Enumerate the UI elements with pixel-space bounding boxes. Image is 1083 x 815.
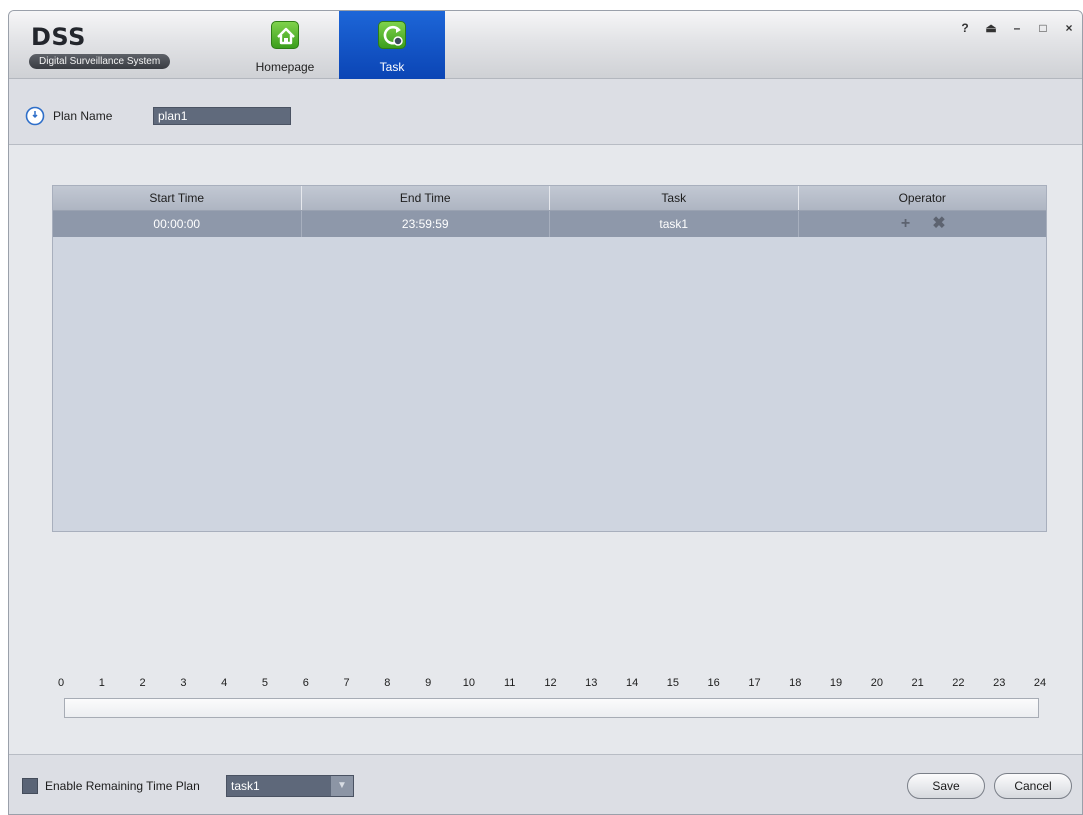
table-row[interactable]: 00:00:00 23:59:59 task1 + ✖ xyxy=(53,211,1046,237)
timeline-hour-label: 1 xyxy=(98,677,105,689)
app-logo-title: DSS xyxy=(31,23,86,51)
timeline-bar[interactable] xyxy=(64,698,1039,718)
column-header-start-time[interactable]: Start Time xyxy=(53,186,302,210)
remaining-task-value: task1 xyxy=(231,779,260,793)
timeline-hour-label: 8 xyxy=(384,677,391,689)
delete-icon[interactable]: ✖ xyxy=(930,211,948,237)
title-bar: DSS Digital Surveillance System Homepage… xyxy=(9,11,1082,79)
column-header-operator[interactable]: Operator xyxy=(799,186,1047,210)
timeline-hour-label: 10 xyxy=(462,677,476,689)
close-icon[interactable]: × xyxy=(1062,21,1076,35)
timeline-hour-label: 18 xyxy=(789,677,802,689)
table-header: Start Time End Time Task Operator xyxy=(53,186,1046,211)
tab-homepage-label: Homepage xyxy=(255,60,315,74)
clock-icon xyxy=(25,106,45,126)
task-table: Start Time End Time Task Operator 00:00:… xyxy=(52,185,1047,532)
cell-start-time[interactable]: 00:00:00 xyxy=(53,211,302,237)
timeline-hour-label: 7 xyxy=(343,677,350,689)
app-window: DSS Digital Surveillance System Homepage… xyxy=(8,10,1083,815)
timeline-hour-label: 5 xyxy=(261,677,269,689)
save-button[interactable]: Save xyxy=(907,773,985,799)
app-logo-subtitle: Digital Surveillance System xyxy=(29,54,171,69)
cell-operator: + ✖ xyxy=(799,211,1047,237)
timeline-hour-label: 24 xyxy=(1033,677,1047,689)
timeline-hour-label: 14 xyxy=(625,677,639,689)
timeline-hour-label: 21 xyxy=(911,677,924,689)
timeline-hour-label: 17 xyxy=(748,677,761,689)
timeline-hour-label: 19 xyxy=(829,677,843,689)
timeline-hour-label: 2 xyxy=(139,677,146,689)
task-gear-icon xyxy=(378,21,406,49)
timeline-hour-label: 6 xyxy=(302,677,309,689)
enable-remaining-label: Enable Remaining Time Plan xyxy=(45,779,200,793)
lock-icon[interactable]: ⏏ xyxy=(984,21,998,35)
timeline-hour-label: 23 xyxy=(993,677,1006,689)
tab-task-label: Task xyxy=(379,60,405,74)
home-icon xyxy=(271,21,299,49)
timeline-hour-label: 9 xyxy=(425,677,432,689)
timeline-hour-label: 20 xyxy=(870,677,883,689)
plan-name-label: Plan Name xyxy=(53,109,113,123)
enable-remaining-checkbox[interactable] xyxy=(22,778,38,794)
window-controls: ? ⏏ – □ × xyxy=(958,21,1076,35)
plan-name-input[interactable] xyxy=(153,107,291,125)
column-header-end-time[interactable]: End Time xyxy=(302,186,550,210)
help-icon[interactable]: ? xyxy=(958,21,972,35)
add-icon[interactable]: + xyxy=(897,211,915,237)
timeline-hour-label: 12 xyxy=(544,677,557,689)
timeline-hour-label: 15 xyxy=(666,677,679,689)
minimize-icon[interactable]: – xyxy=(1010,21,1024,35)
remaining-task-select[interactable]: task1 ▼ xyxy=(226,775,354,797)
chevron-down-icon[interactable]: ▼ xyxy=(331,776,353,796)
cancel-button[interactable]: Cancel xyxy=(994,773,1072,799)
timeline-hour-label: 22 xyxy=(952,677,965,689)
tab-task[interactable]: Task xyxy=(339,11,445,79)
timeline-hour-label: 3 xyxy=(180,677,187,689)
timeline-hour-label: 16 xyxy=(707,677,720,689)
cell-task[interactable]: task1 xyxy=(550,211,799,237)
cell-end-time[interactable]: 23:59:59 xyxy=(302,211,550,237)
timeline-hour-labels: 0 1 2 3 4 5 6 7 8 9 10 11 12 13 14 15 16 17 18 19 20 21 22 23 24 xyxy=(58,677,1046,691)
plan-panel: Start Time End Time Task Operator 00:00:… xyxy=(9,144,1082,755)
timeline-hour-label: 4 xyxy=(221,677,228,689)
column-header-task[interactable]: Task xyxy=(550,186,799,210)
timeline-hour-label: 11 xyxy=(503,677,516,689)
timeline-hour-label: 13 xyxy=(585,677,598,689)
tab-homepage[interactable]: Homepage xyxy=(239,11,331,79)
maximize-icon[interactable]: □ xyxy=(1036,21,1050,35)
timeline-hour-label: 0 xyxy=(57,677,65,689)
